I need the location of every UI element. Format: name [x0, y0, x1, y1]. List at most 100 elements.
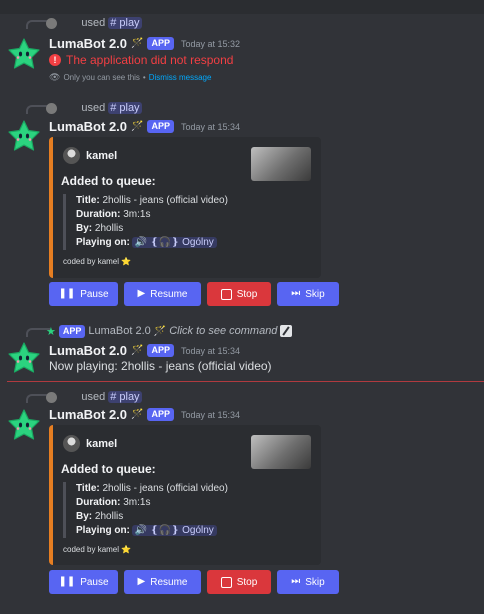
playing-label: Playing on: — [76, 237, 130, 248]
embed-title: Added to queue: — [61, 462, 156, 476]
bot-avatar[interactable] — [6, 340, 42, 376]
message-header: LumaBot 2.0 🪄 APP Today at 15:34 — [49, 343, 240, 358]
pause-button[interactable]: ❚❚ Pause — [49, 282, 118, 306]
reply-reference[interactable]: ★ APP LumaBot 2.0 🪄 Click to see command — [46, 324, 293, 338]
resume-button[interactable]: ▶ Resume — [124, 282, 201, 306]
skip-button[interactable]: ⏭ Skip — [277, 282, 339, 306]
duration-label: Duration: — [76, 497, 121, 508]
player-controls: ❚❚ Pause ▶ Resume Stop ⏭ Skip — [49, 282, 339, 306]
skip-label: Skip — [305, 288, 325, 300]
ephemeral-notice: 👁 Only you can see this • Dismiss messag… — [49, 72, 211, 83]
error-message: ! The application did not respond — [49, 53, 233, 67]
user-avatar — [46, 17, 57, 29]
ephemeral-text: Only you can see this — [63, 73, 140, 82]
author-avatar — [63, 435, 80, 452]
message-header: LumaBot 2.0 🪄 APP Today at 15:32 — [49, 36, 240, 51]
app-tag: APP — [147, 408, 174, 421]
timestamp: Today at 15:32 — [180, 38, 241, 49]
bot-name[interactable]: LumaBot 2.0 — [49, 407, 127, 422]
reply-username — [60, 102, 78, 114]
new-messages-divider — [7, 381, 484, 382]
by-label: By: — [76, 223, 93, 234]
title-value: 2hollis - jeans (official video) — [102, 483, 228, 494]
author-name: kamel — [86, 437, 118, 450]
command-chip[interactable]: # play — [108, 391, 142, 403]
sparkle-icon: 🪄 — [131, 121, 144, 132]
voice-channel-chip[interactable]: 🔊 ❴🎧❵ Ogólny — [131, 525, 217, 536]
duration-value: 3m:1s — [123, 497, 151, 508]
author-name: kamel — [86, 149, 118, 162]
timestamp: Today at 15:34 — [180, 121, 241, 132]
stop-icon — [220, 288, 232, 300]
skip-icon: ⏭ — [291, 288, 301, 299]
reply-reference[interactable]: used # play — [46, 101, 142, 115]
bot-name[interactable]: LumaBot 2.0 — [49, 343, 127, 358]
now-playing-text: Now playing: 2hollis - jeans (official v… — [49, 359, 272, 373]
user-avatar — [46, 391, 57, 403]
reply-used-text: used — [81, 17, 106, 29]
reply-bot-star-icon: ★ — [46, 325, 56, 338]
video-thumbnail[interactable] — [251, 147, 311, 181]
author-avatar — [63, 147, 80, 164]
by-value: 2hollis — [94, 511, 124, 522]
stop-button[interactable]: Stop — [207, 282, 271, 306]
skip-button[interactable]: ⏭ Skip — [277, 570, 339, 594]
dismiss-message-link[interactable]: Dismiss message — [149, 73, 212, 82]
pause-label: Pause — [80, 576, 109, 588]
message-header: LumaBot 2.0 🪄 APP Today at 15:34 — [49, 407, 240, 422]
resume-button[interactable]: ▶ Resume — [124, 570, 201, 594]
command-chip[interactable]: # play — [108, 102, 142, 114]
bot-avatar[interactable] — [6, 407, 42, 443]
timestamp: Today at 15:34 — [180, 345, 241, 356]
stop-icon — [220, 576, 232, 588]
app-tag: APP — [147, 120, 174, 133]
pause-label: Pause — [80, 288, 109, 300]
track-details: Title: 2hollis - jeans (official video) … — [63, 194, 266, 250]
duration-label: Duration: — [76, 209, 121, 220]
error-text: The application did not respond — [66, 53, 234, 67]
top-bar — [0, 0, 484, 14]
eye-icon: 👁 — [49, 72, 61, 82]
stop-label: Stop — [236, 288, 258, 300]
queue-embed: kamel Added to queue: Title: 2hollis - j… — [49, 425, 321, 565]
reply-reference[interactable]: used # play — [46, 390, 142, 404]
edit-icon — [280, 325, 293, 337]
embed-footer: coded by kamel ⭐ — [63, 545, 131, 554]
bot-avatar[interactable] — [6, 118, 42, 154]
play-icon: ▶ — [137, 288, 146, 299]
embed-author: kamel — [63, 147, 117, 164]
video-thumbnail[interactable] — [251, 435, 311, 469]
stop-label: Stop — [236, 576, 258, 588]
reply-username — [60, 391, 78, 403]
voice-channel-chip[interactable]: 🔊 ❴🎧❵ Ogólny — [131, 237, 217, 248]
app-tag: APP — [147, 344, 174, 357]
track-details: Title: 2hollis - jeans (official video) … — [63, 482, 266, 538]
pause-button[interactable]: ❚❚ Pause — [49, 570, 118, 594]
separator: • — [142, 73, 146, 82]
play-icon: ▶ — [137, 576, 146, 587]
reply-used-text: used — [81, 391, 106, 403]
bot-name[interactable]: LumaBot 2.0 — [49, 36, 127, 51]
reply-bot-name: LumaBot 2.0 — [88, 325, 151, 337]
title-value: 2hollis - jeans (official video) — [102, 195, 228, 206]
embed-title: Added to queue: — [61, 174, 156, 188]
command-chip[interactable]: # play — [108, 17, 142, 29]
user-avatar — [46, 102, 57, 114]
reply-app-tag: APP — [58, 324, 86, 338]
click-to-see-command[interactable]: Click to see command — [169, 325, 277, 337]
stop-button[interactable]: Stop — [207, 570, 271, 594]
resume-label: Resume — [150, 576, 188, 588]
sparkle-icon: 🪄 — [131, 409, 144, 420]
sparkle-icon: 🪄 — [153, 325, 167, 337]
reply-used-text: used — [81, 102, 106, 114]
message-header: LumaBot 2.0 🪄 APP Today at 15:34 — [49, 119, 240, 134]
title-label: Title: — [76, 483, 100, 494]
sparkle-icon: 🪄 — [131, 345, 144, 356]
bot-name[interactable]: LumaBot 2.0 — [49, 119, 127, 134]
bot-avatar[interactable] — [6, 36, 42, 72]
playing-label: Playing on: — [76, 525, 130, 536]
skip-icon: ⏭ — [291, 576, 301, 587]
reply-reference[interactable]: used # play — [46, 16, 142, 30]
reply-username — [60, 17, 78, 29]
pause-icon: ❚❚ — [58, 288, 76, 299]
